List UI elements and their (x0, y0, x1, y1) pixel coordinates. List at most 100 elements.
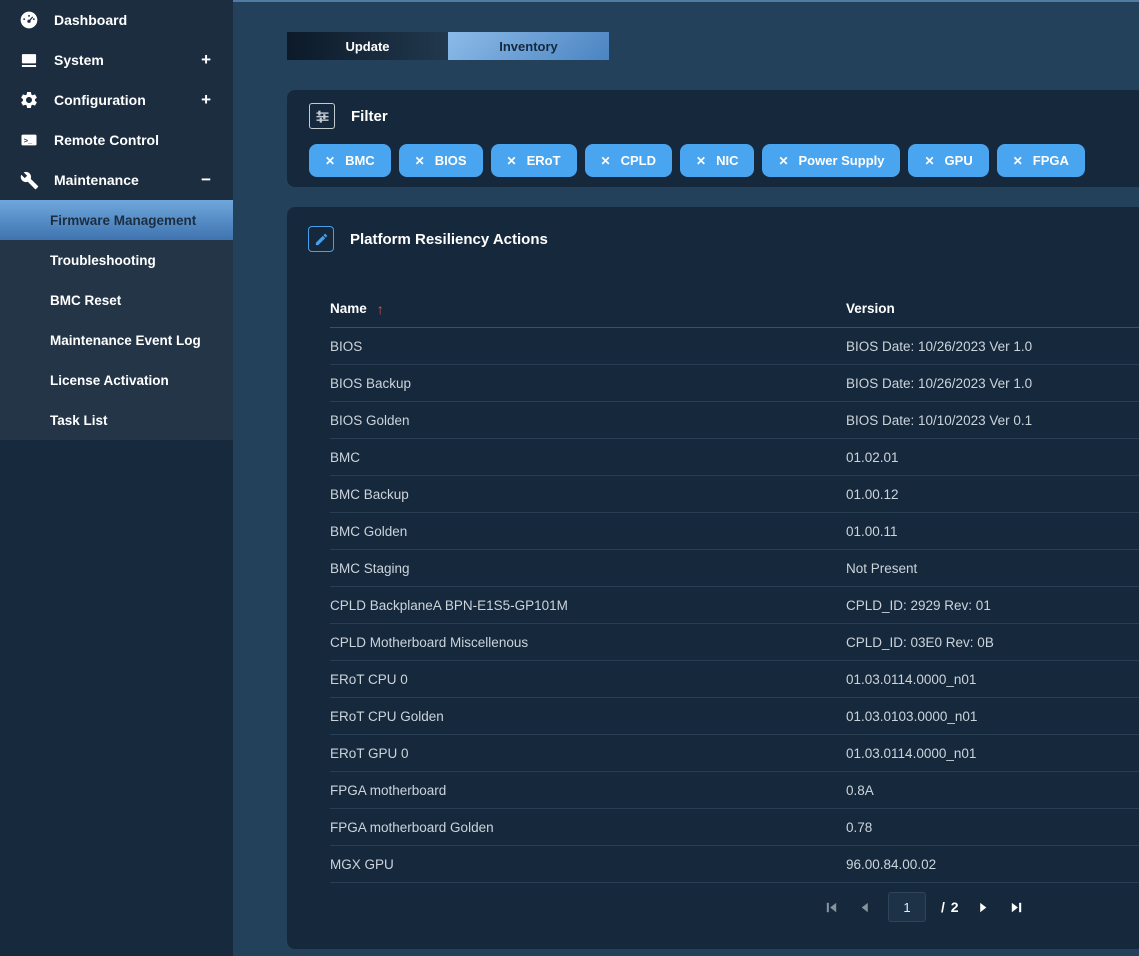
chip-remove-icon[interactable]: ✕ (696, 154, 706, 168)
filter-chips: ✕ BMC ✕ BIOS ✕ ERoT ✕ CPLD ✕ NIC ✕ Power… (309, 144, 1085, 177)
sidebar-item-configuration[interactable]: Configuration + (0, 80, 233, 120)
sidebar-item-label: Configuration (54, 92, 146, 108)
chip-remove-icon[interactable]: ✕ (1013, 154, 1023, 168)
sidebar-item-dashboard[interactable]: Dashboard (0, 0, 233, 40)
platform-resiliency-panel: Platform Resiliency Actions Name ↑ Versi… (287, 207, 1139, 949)
main-content: Update Inventory Filter ✕ (233, 0, 1139, 956)
table-row: MGX GPU 96.00.84.00.02 (330, 846, 1139, 883)
chip-remove-icon[interactable]: ✕ (924, 154, 934, 168)
pencil-icon (308, 226, 334, 252)
first-page-icon[interactable] (822, 898, 840, 916)
sidebar-item-label: Dashboard (54, 12, 127, 28)
last-page-icon[interactable] (1008, 898, 1026, 916)
table-row: CPLD BackplaneA BPN-E1S5-GP101M CPLD_ID:… (330, 587, 1139, 624)
column-header-name[interactable]: Name ↑ (330, 301, 846, 317)
table-row: BMC Backup 01.00.12 (330, 476, 1139, 513)
chip-remove-icon[interactable]: ✕ (507, 154, 517, 168)
page-total-label: / 2 (941, 899, 960, 915)
table-body: BIOS BIOS Date: 10/26/2023 Ver 1.0 BIOS … (330, 328, 1139, 883)
cell-version: CPLD_ID: 2929 Rev: 01 (846, 598, 1139, 613)
sidebar-item-label: Remote Control (54, 132, 159, 148)
table-row: FPGA motherboard 0.8A (330, 772, 1139, 809)
filter-chip[interactable]: ✕ BMC (309, 144, 391, 177)
submenu-item[interactable]: Maintenance Event Log (0, 320, 233, 360)
cell-version: 0.8A (846, 783, 1139, 798)
filter-chip[interactable]: ✕ NIC (680, 144, 754, 177)
filter-chip[interactable]: ✕ Power Supply (762, 144, 900, 177)
sidebar-item-system[interactable]: System + (0, 40, 233, 80)
submenu-item[interactable]: Firmware Management (0, 200, 233, 240)
filter-header: Filter (287, 90, 1139, 129)
monitor-icon (18, 50, 40, 70)
filter-chip[interactable]: ✕ FPGA (997, 144, 1085, 177)
tab-inventory[interactable]: Inventory (448, 32, 609, 60)
table-row: CPLD Motherboard Miscellenous CPLD_ID: 0… (330, 624, 1139, 661)
cell-version: 01.00.12 (846, 487, 1139, 502)
sidebar-item-remote-control[interactable]: >_ Remote Control (0, 120, 233, 160)
cell-name: BMC Golden (330, 524, 846, 539)
sidebar-filler (0, 440, 233, 956)
cell-version: BIOS Date: 10/26/2023 Ver 1.0 (846, 339, 1139, 354)
terminal-icon: >_ (18, 130, 40, 150)
cell-version: 96.00.84.00.02 (846, 857, 1139, 872)
chip-remove-icon[interactable]: ✕ (325, 154, 335, 168)
maintenance-submenu: Firmware Management Troubleshooting BMC … (0, 200, 233, 440)
filter-chip[interactable]: ✕ ERoT (491, 144, 577, 177)
cell-name: CPLD BackplaneA BPN-E1S5-GP101M (330, 598, 846, 613)
panel-header: Platform Resiliency Actions (287, 207, 1139, 252)
cell-version: BIOS Date: 10/10/2023 Ver 0.1 (846, 413, 1139, 428)
tab-bar: Update Inventory (287, 32, 609, 60)
table-row: ERoT CPU Golden 01.03.0103.0000_n01 (330, 698, 1139, 735)
previous-page-icon[interactable] (855, 898, 873, 916)
table-row: ERoT CPU 0 01.03.0114.0000_n01 (330, 661, 1139, 698)
cell-version: CPLD_ID: 03E0 Rev: 0B (846, 635, 1139, 650)
filter-chip[interactable]: ✕ GPU (908, 144, 988, 177)
sort-ascending-icon[interactable]: ↑ (377, 301, 384, 317)
pagination: / 2 (822, 891, 1026, 923)
submenu-item[interactable]: License Activation (0, 360, 233, 400)
filter-title: Filter (351, 108, 388, 125)
collapse-minus-icon[interactable]: − (201, 170, 211, 190)
cell-name: BIOS Backup (330, 376, 846, 391)
expand-plus-icon[interactable]: + (201, 90, 211, 110)
firmware-table: Name ↑ Version BIOS BIOS Date: 10/26/202… (330, 290, 1139, 883)
submenu-item[interactable]: BMC Reset (0, 280, 233, 320)
cell-name: ERoT CPU Golden (330, 709, 846, 724)
cell-version: 01.03.0103.0000_n01 (846, 709, 1139, 724)
chip-remove-icon[interactable]: ✕ (778, 154, 788, 168)
cell-name: BMC Staging (330, 561, 846, 576)
expand-plus-icon[interactable]: + (201, 50, 211, 70)
submenu-item[interactable]: Task List (0, 400, 233, 440)
cell-name: CPLD Motherboard Miscellenous (330, 635, 846, 650)
sliders-icon (309, 103, 335, 129)
table-header-row: Name ↑ Version (330, 290, 1139, 328)
filter-chip[interactable]: ✕ BIOS (399, 144, 483, 177)
table-row: BMC 01.02.01 (330, 439, 1139, 476)
submenu-item[interactable]: Troubleshooting (0, 240, 233, 280)
filter-panel: Filter ✕ BMC ✕ BIOS ✕ ERoT ✕ CPLD ✕ NIC … (287, 90, 1139, 187)
chip-remove-icon[interactable]: ✕ (415, 154, 425, 168)
cell-version: 01.03.0114.0000_n01 (846, 746, 1139, 761)
chip-remove-icon[interactable]: ✕ (601, 154, 611, 168)
sidebar-item-label: System (54, 52, 104, 68)
cell-name: BMC Backup (330, 487, 846, 502)
cell-version: Not Present (846, 561, 1139, 576)
column-header-version[interactable]: Version (846, 301, 1139, 316)
cell-version: 01.00.11 (846, 524, 1139, 539)
table-row: FPGA motherboard Golden 0.78 (330, 809, 1139, 846)
cell-version: 01.02.01 (846, 450, 1139, 465)
table-row: ERoT GPU 0 01.03.0114.0000_n01 (330, 735, 1139, 772)
filter-chip[interactable]: ✕ CPLD (585, 144, 672, 177)
sidebar-item-maintenance[interactable]: Maintenance − (0, 160, 233, 200)
cell-version: 0.78 (846, 820, 1139, 835)
next-page-icon[interactable] (975, 898, 993, 916)
cell-name: FPGA motherboard Golden (330, 820, 846, 835)
table-row: BMC Staging Not Present (330, 550, 1139, 587)
table-row: BIOS BIOS Date: 10/26/2023 Ver 1.0 (330, 328, 1139, 365)
tab-update[interactable]: Update (287, 32, 448, 60)
cell-name: ERoT GPU 0 (330, 746, 846, 761)
svg-text:>_: >_ (24, 136, 33, 145)
cell-name: FPGA motherboard (330, 783, 846, 798)
page-number-input[interactable] (888, 892, 926, 922)
gauge-icon (18, 10, 40, 30)
